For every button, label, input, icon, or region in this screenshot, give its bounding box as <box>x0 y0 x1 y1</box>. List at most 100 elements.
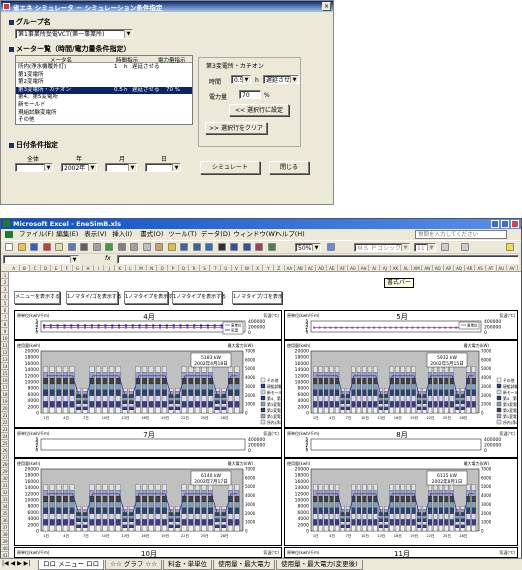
delay-select[interactable]: 遅延させる ▼ <box>263 75 299 84</box>
copy-icon[interactable] <box>142 243 151 251</box>
column-header[interactable]: AS <box>475 265 486 272</box>
column-header[interactable]: I <box>94 265 105 272</box>
hyperlink-icon[interactable] <box>205 243 213 251</box>
row-header[interactable]: 20 <box>1 405 9 412</box>
row-header[interactable]: 9 <box>1 328 9 335</box>
row-header[interactable]: 14 <box>1 363 9 370</box>
row-header[interactable]: 10 <box>1 335 9 342</box>
chevron-down-icon[interactable]: ▼ <box>242 76 250 83</box>
row-header[interactable]: 2 <box>1 279 9 286</box>
column-header[interactable]: N <box>147 265 158 272</box>
chevron-down-icon[interactable]: ▼ <box>88 164 96 171</box>
meter-row[interactable]: 第4、第5変電所 <box>16 94 192 102</box>
clear-selected-button[interactable]: >> 選択行をクリア <box>205 122 267 134</box>
column-header[interactable]: AQ <box>454 265 465 272</box>
line-chart-0[interactable]: 4月 原単位(kwh/千m) 気温(℃) 0 200000 400000 0 1 2 3 4 5 原単位… <box>14 310 282 340</box>
chevron-down-icon[interactable]: ▼ <box>401 244 409 251</box>
column-header[interactable]: AO <box>433 265 444 272</box>
column-header[interactable]: AU <box>497 265 508 272</box>
row-header[interactable]: 3 <box>1 286 9 293</box>
row-header[interactable]: 31 <box>1 482 9 489</box>
column-header[interactable]: AB <box>295 265 306 272</box>
column-header[interactable]: AR <box>465 265 476 272</box>
tab-nav-icons[interactable]: |◀ ◀ ▶ ▶| <box>2 560 30 567</box>
bar-chart-3[interactable]: 使用量(kwh) 最大電力(kW) 0 2000 4000 6000 8000 10000 12… <box>284 340 518 428</box>
drawing-icon[interactable] <box>267 243 276 251</box>
row-header[interactable]: 22 <box>1 419 9 426</box>
year-select[interactable]: 2002年 ▼ <box>61 163 97 172</box>
redo-icon[interactable] <box>192 243 201 251</box>
print-icon[interactable] <box>80 243 88 251</box>
chevron-down-icon[interactable]: ▼ <box>70 256 78 263</box>
row-header[interactable]: 19 <box>1 398 9 405</box>
column-header[interactable]: T <box>210 265 221 272</box>
column-header[interactable]: AK <box>391 265 402 272</box>
row-header[interactable]: 11 <box>1 342 9 349</box>
row-header[interactable]: 28 <box>1 461 9 468</box>
row-header[interactable]: 7 <box>1 314 9 321</box>
menu-item-0[interactable]: ファイル(F) <box>19 229 54 239</box>
chevron-down-icon[interactable]: ▼ <box>128 164 136 171</box>
column-header[interactable]: M <box>136 265 147 272</box>
sort-desc-icon[interactable] <box>242 243 251 251</box>
row-header[interactable]: 13 <box>1 356 9 363</box>
search-icon[interactable] <box>67 243 76 251</box>
excel-titlebar[interactable]: Microsoft Excel - EneSimB.xls <box>1 219 521 229</box>
sheet-tab-4[interactable]: 使用量・最大電力(変更後) <box>276 560 363 570</box>
column-header[interactable]: C <box>30 265 41 272</box>
column-header[interactable]: AF <box>338 265 349 272</box>
column-header[interactable]: P <box>168 265 179 272</box>
cut-icon[interactable] <box>130 243 138 251</box>
column-header[interactable]: AV <box>507 265 518 272</box>
name-box[interactable]: ▼ <box>3 255 79 264</box>
row-header[interactable]: 27 <box>1 454 9 461</box>
chart-icon[interactable] <box>255 243 263 251</box>
meter-row[interactable]: 第2変電所 <box>16 79 192 87</box>
format-painter-icon[interactable] <box>167 243 176 251</box>
new-icon[interactable] <box>5 243 13 251</box>
chevron-down-icon[interactable]: ▼ <box>44 164 52 171</box>
save-icon[interactable] <box>30 243 38 251</box>
zoom-select[interactable]: 50% ▼ <box>295 243 321 252</box>
font-select[interactable]: ＭＳ Ｐゴシック ▼ <box>354 243 410 252</box>
sort-asc-icon[interactable] <box>230 243 238 251</box>
menu-item-3[interactable]: 挿入(I) <box>112 229 132 239</box>
menu-item-1[interactable]: 編集(E) <box>56 229 78 239</box>
row-header[interactable]: 8 <box>1 321 9 328</box>
help-icon[interactable] <box>327 243 335 251</box>
sheet-tab-0[interactable]: ロロ メニュー ロロ <box>38 560 105 570</box>
meter-row[interactable]: その他 <box>16 117 192 125</box>
close-icon[interactable]: × <box>322 2 331 11</box>
simulate-button[interactable]: シミュレート <box>200 161 260 174</box>
row-header[interactable]: 17 <box>1 384 9 391</box>
sum-icon[interactable] <box>217 243 226 251</box>
chevron-down-icon[interactable]: ▼ <box>172 164 180 171</box>
maximize-icon[interactable] <box>501 220 509 228</box>
menu-item-8[interactable]: ヘルプ(H) <box>275 229 304 239</box>
group-select[interactable]: 第1事業所受電VCT(第一事業所) ▼ <box>15 29 133 39</box>
row-header[interactable]: 39 <box>1 538 9 545</box>
sheet-tab-1[interactable]: ☆☆ グラフ ☆☆ <box>105 560 163 570</box>
column-header[interactable]: V <box>232 265 243 272</box>
sheet-button-type1[interactable]: 1ノマタイ/ゴを表示する <box>66 291 122 304</box>
column-header[interactable]: AJ <box>380 265 391 272</box>
close-icon[interactable] <box>511 220 519 228</box>
column-header[interactable]: R <box>189 265 200 272</box>
sheet-button-type3[interactable]: 1ノマタイプを表示する <box>172 291 226 304</box>
fx-icon[interactable]: fx <box>105 255 111 262</box>
fill-color-icon[interactable] <box>506 243 514 251</box>
row-header[interactable]: 21 <box>1 412 9 419</box>
all-select[interactable]: ▼ <box>15 163 53 172</box>
bold-icon[interactable] <box>441 243 449 251</box>
row-header[interactable]: 15 <box>1 370 9 377</box>
column-header[interactable]: H <box>83 265 94 272</box>
row-header[interactable]: 33 <box>1 496 9 503</box>
row-header[interactable]: 24 <box>1 433 9 440</box>
menu-item-2[interactable]: 表示(V) <box>84 229 107 239</box>
column-header[interactable]: AN <box>422 265 433 272</box>
set-selected-button[interactable]: << 選択行に設定 <box>229 104 289 116</box>
column-header[interactable]: K <box>115 265 126 272</box>
column-header[interactable]: Q <box>179 265 190 272</box>
excel-doc-icon[interactable] <box>5 231 13 238</box>
column-header[interactable]: O <box>157 265 168 272</box>
